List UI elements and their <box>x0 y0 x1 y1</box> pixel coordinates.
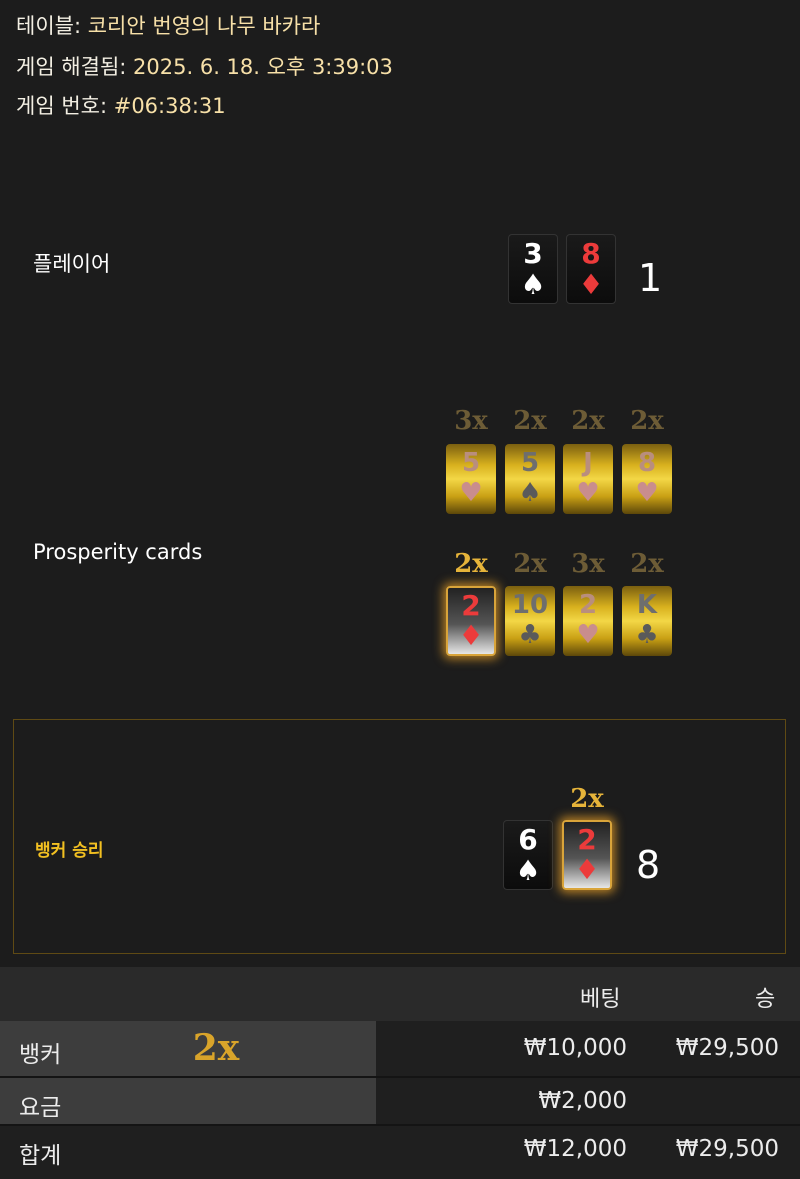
prosperity-card: 8 ♥ <box>622 444 672 514</box>
banker-win-label: 뱅커 승리 <box>35 841 104 861</box>
banker-card-1: 6 ♠ <box>503 820 553 890</box>
banker-score: 8 <box>636 843 661 887</box>
card-rank: 3 <box>523 237 543 270</box>
multiplier: 3x <box>454 406 488 436</box>
heart-icon: ♥ <box>576 478 600 508</box>
row-label: 뱅커 <box>19 1042 62 1068</box>
card-rank: K <box>636 590 658 620</box>
prosperity-card-active: 2 ♦ <box>446 586 496 656</box>
player-label: 플레이어 <box>33 252 111 276</box>
column-win: 승 <box>755 987 776 1012</box>
prosperity-card: K ♣ <box>622 586 672 656</box>
column-bet: 베팅 <box>580 987 621 1012</box>
card-rank: 2 <box>461 589 481 622</box>
spade-icon: ♠ <box>520 268 546 301</box>
table-label: 테이블: <box>16 14 82 38</box>
resolved-label: 게임 해결됨: <box>16 55 127 79</box>
bet-amount: ₩10,000 <box>523 1035 627 1061</box>
club-icon: ♣ <box>635 620 659 650</box>
game-number-info: 게임 번호: #06:38:31 <box>16 90 226 120</box>
multiplier: 2x <box>630 406 664 436</box>
table-info: 테이블: 코리안 번영의 나무 바카라 <box>16 10 320 40</box>
diamond-icon: ♦ <box>458 619 484 652</box>
heart-icon: ♥ <box>635 478 659 508</box>
game-number: #06:38:31 <box>113 94 226 118</box>
multiplier: 2x <box>192 1027 240 1069</box>
row-label: 요금 <box>19 1095 62 1121</box>
player-card-1: 3 ♠ <box>508 234 558 304</box>
multiplier: 3x <box>571 549 605 579</box>
table-total-row: 합계 ₩12,000 ₩29,500 <box>0 1126 800 1179</box>
card-rank: 10 <box>511 590 549 620</box>
card-rank: J <box>583 448 593 478</box>
table-row: 뱅커 2x ₩10,000 ₩29,500 <box>0 1021 800 1076</box>
resolved-time: 2025. 6. 18. 오후 3:39:03 <box>133 55 393 79</box>
multiplier: 2x <box>454 549 488 579</box>
heart-icon: ♥ <box>459 478 483 508</box>
prosperity-label: Prosperity cards <box>33 540 203 564</box>
card-rank: 5 <box>461 448 481 478</box>
win-amount: ₩29,500 <box>675 1035 779 1061</box>
prosperity-card: 2 ♥ <box>563 586 613 656</box>
game-number-label: 게임 번호: <box>16 94 108 118</box>
card-rank: 2 <box>577 823 597 856</box>
table-header: 베팅 승 <box>0 967 800 1021</box>
club-icon: ♣ <box>518 620 542 650</box>
multiplier: 2x <box>630 549 664 579</box>
prosperity-card: 10 ♣ <box>505 586 555 656</box>
spade-icon: ♠ <box>518 478 542 508</box>
multiplier: 2x <box>571 406 605 436</box>
total-win: ₩29,500 <box>675 1136 779 1162</box>
prosperity-card: J ♥ <box>563 444 613 514</box>
banker-card-2: 2 ♦ <box>562 820 612 890</box>
multiplier: 2x <box>570 784 604 814</box>
banker-panel <box>13 719 786 954</box>
player-card-2: 8 ♦ <box>566 234 616 304</box>
card-rank: 5 <box>520 448 540 478</box>
table-row: 요금 ₩2,000 <box>0 1078 800 1124</box>
resolved-info: 게임 해결됨: 2025. 6. 18. 오후 3:39:03 <box>16 51 393 81</box>
card-rank: 6 <box>518 823 538 856</box>
card-rank: 8 <box>637 448 657 478</box>
prosperity-card: 5 ♠ <box>505 444 555 514</box>
heart-icon: ♥ <box>576 620 600 650</box>
table-name: 코리안 번영의 나무 바카라 <box>87 14 321 38</box>
multiplier: 2x <box>513 406 547 436</box>
total-label: 합계 <box>19 1143 62 1169</box>
player-score: 1 <box>638 256 663 300</box>
diamond-icon: ♦ <box>574 853 600 886</box>
multiplier: 2x <box>513 549 547 579</box>
diamond-icon: ♦ <box>578 268 604 301</box>
bet-amount: ₩2,000 <box>538 1088 627 1114</box>
prosperity-card: 5 ♥ <box>446 444 496 514</box>
spade-icon: ♠ <box>515 854 541 887</box>
total-bet: ₩12,000 <box>523 1136 627 1162</box>
card-rank: 8 <box>581 237 601 270</box>
card-rank: 2 <box>578 590 598 620</box>
